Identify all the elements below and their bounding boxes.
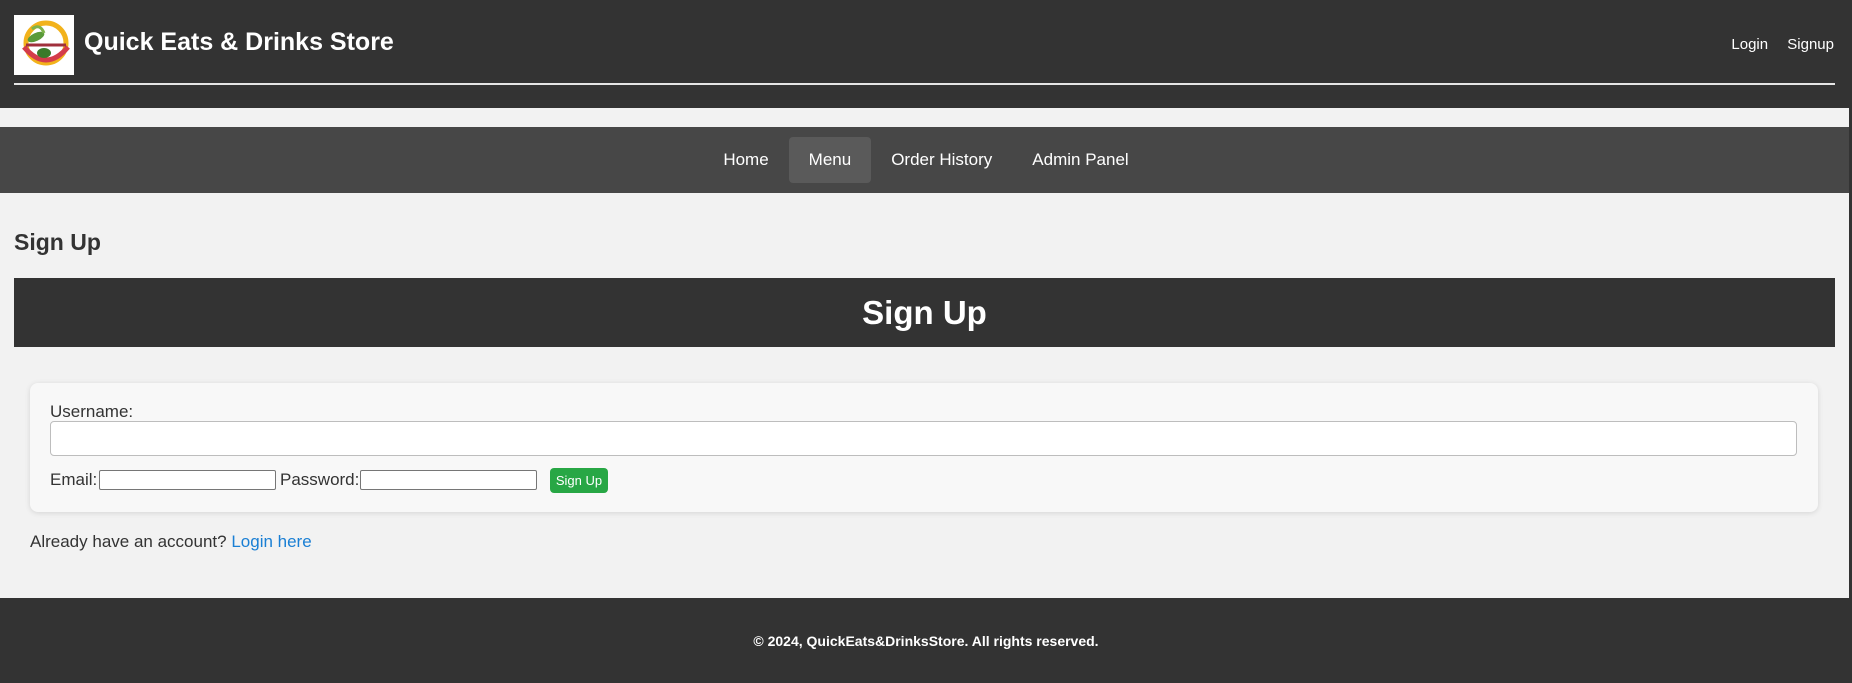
signup-banner: Sign Up xyxy=(14,278,1835,347)
login-link[interactable]: Login xyxy=(1731,36,1768,53)
copyright-text: © 2024, QuickEats&DrinksStore. All right… xyxy=(753,632,1099,649)
signup-form: Username: Email: Password: Sign Up xyxy=(30,383,1818,512)
username-field[interactable] xyxy=(50,421,1797,456)
banner-title: Sign Up xyxy=(862,293,987,331)
signup-link[interactable]: Signup xyxy=(1787,36,1834,53)
password-field[interactable] xyxy=(360,470,537,490)
site-header: Quick Eats & Drinks Store Login Signup xyxy=(0,0,1852,108)
nav-item-home[interactable]: Home xyxy=(703,137,788,183)
login-prompt: Already have an account? Login here xyxy=(30,532,312,552)
bowl-leaf-logo-icon xyxy=(22,20,70,66)
auth-links: Login Signup xyxy=(1716,36,1834,53)
login-here-link[interactable]: Login here xyxy=(231,532,311,551)
email-label: Email: xyxy=(50,470,98,489)
nav-item-order-history[interactable]: Order History xyxy=(871,137,1012,183)
nav-item-admin-panel[interactable]: Admin Panel xyxy=(1012,137,1148,183)
site-title: Quick Eats & Drinks Store xyxy=(84,28,394,56)
page-title: Sign Up xyxy=(14,229,101,255)
login-prompt-text: Already have an account? xyxy=(30,532,227,551)
header-divider xyxy=(14,83,1835,85)
username-label: Username: xyxy=(50,402,134,421)
store-logo[interactable] xyxy=(14,15,74,75)
sign-up-button[interactable]: Sign Up xyxy=(550,468,608,493)
email-field[interactable] xyxy=(99,470,276,490)
password-label: Password: xyxy=(280,470,360,489)
nav-item-menu[interactable]: Menu xyxy=(788,137,872,183)
site-footer: © 2024, QuickEats&DrinksStore. All right… xyxy=(0,598,1852,683)
main-nav: Home Menu Order History Admin Panel xyxy=(0,127,1852,193)
